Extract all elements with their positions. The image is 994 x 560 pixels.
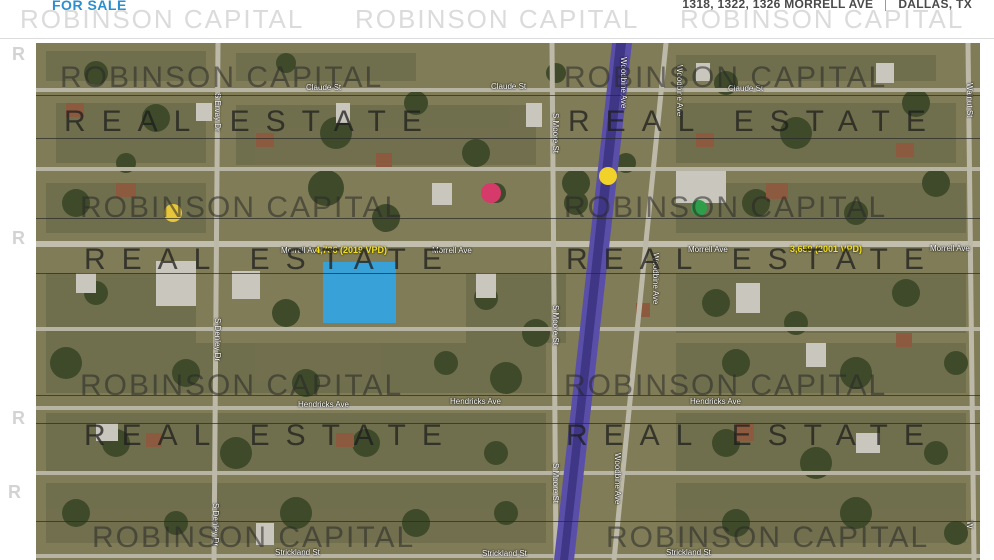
- street-label: Strickland St: [666, 548, 711, 557]
- street-label: Claude St: [728, 84, 764, 93]
- header-watermark-2: ROBINSON CAPITAL: [355, 4, 640, 34]
- aerial-map-drawing: [36, 43, 980, 560]
- for-sale-label: FOR SALE: [52, 0, 127, 13]
- page-header: FOR SALE ROBINSON CAPITAL ROBINSON CAPIT…: [0, 0, 994, 40]
- header-divider: [0, 38, 994, 39]
- street-label: Strickland St: [275, 548, 320, 557]
- side-watermark-letter: R: [12, 408, 25, 428]
- street-label: S Moore St: [551, 463, 560, 504]
- watermark-rule: [36, 395, 980, 396]
- street-label: S Moore St: [551, 113, 560, 154]
- street-label: S Denley Dr: [211, 503, 220, 547]
- street-label: Claude St: [306, 83, 342, 92]
- watermark-rule: [36, 95, 980, 96]
- street-label: Hendricks Ave: [690, 397, 741, 406]
- watermark-rule: [36, 521, 980, 522]
- property-city: DALLAS, TX: [898, 0, 972, 11]
- street-label: Woodbine Ave: [651, 253, 660, 305]
- street-label: Morrell Ave: [688, 245, 728, 254]
- street-label: Morrell Ave: [930, 244, 970, 253]
- property-address: 1318, 1322, 1326 MORRELL AVE: [682, 0, 874, 11]
- watermark-rule: [36, 138, 980, 139]
- side-watermark-letter: R: [8, 482, 21, 502]
- street-label: Woodbine Ave: [613, 453, 622, 505]
- traffic-count-label: 4,736 (2019 VPD): [315, 245, 388, 255]
- street-label: Morrell Ave: [432, 246, 472, 255]
- aerial-map[interactable]: Claude St Claude St Claude St Morrell Av…: [36, 43, 980, 560]
- street-label: W: [965, 521, 974, 529]
- street-label: Walnut St: [965, 83, 974, 118]
- header-separator: [885, 0, 887, 11]
- street-label: Claude St: [491, 82, 527, 91]
- subject-property-parcel[interactable]: [323, 262, 396, 323]
- traffic-count-label: 3,659 (2001 VPD): [790, 244, 863, 254]
- street-label: S Moore St: [551, 305, 560, 346]
- side-watermark-letter: R: [12, 228, 25, 248]
- watermark-rule: [36, 273, 980, 274]
- street-label: Woodbine Ave: [675, 65, 684, 117]
- property-location: 1318, 1322, 1326 MORRELL AVE DALLAS, TX: [682, 0, 972, 11]
- side-watermark-letter: R: [12, 44, 25, 64]
- street-label: Hendricks Ave: [298, 400, 349, 409]
- watermark-rule: [36, 423, 980, 424]
- street-label: S Ervay Dr: [213, 93, 222, 132]
- street-label: Woodbine Ave: [619, 57, 628, 109]
- street-label: S Denley Dr: [213, 318, 222, 362]
- street-label: Hendricks Ave: [450, 397, 501, 406]
- watermark-rule: [36, 218, 980, 219]
- street-label: Strickland St: [482, 549, 527, 558]
